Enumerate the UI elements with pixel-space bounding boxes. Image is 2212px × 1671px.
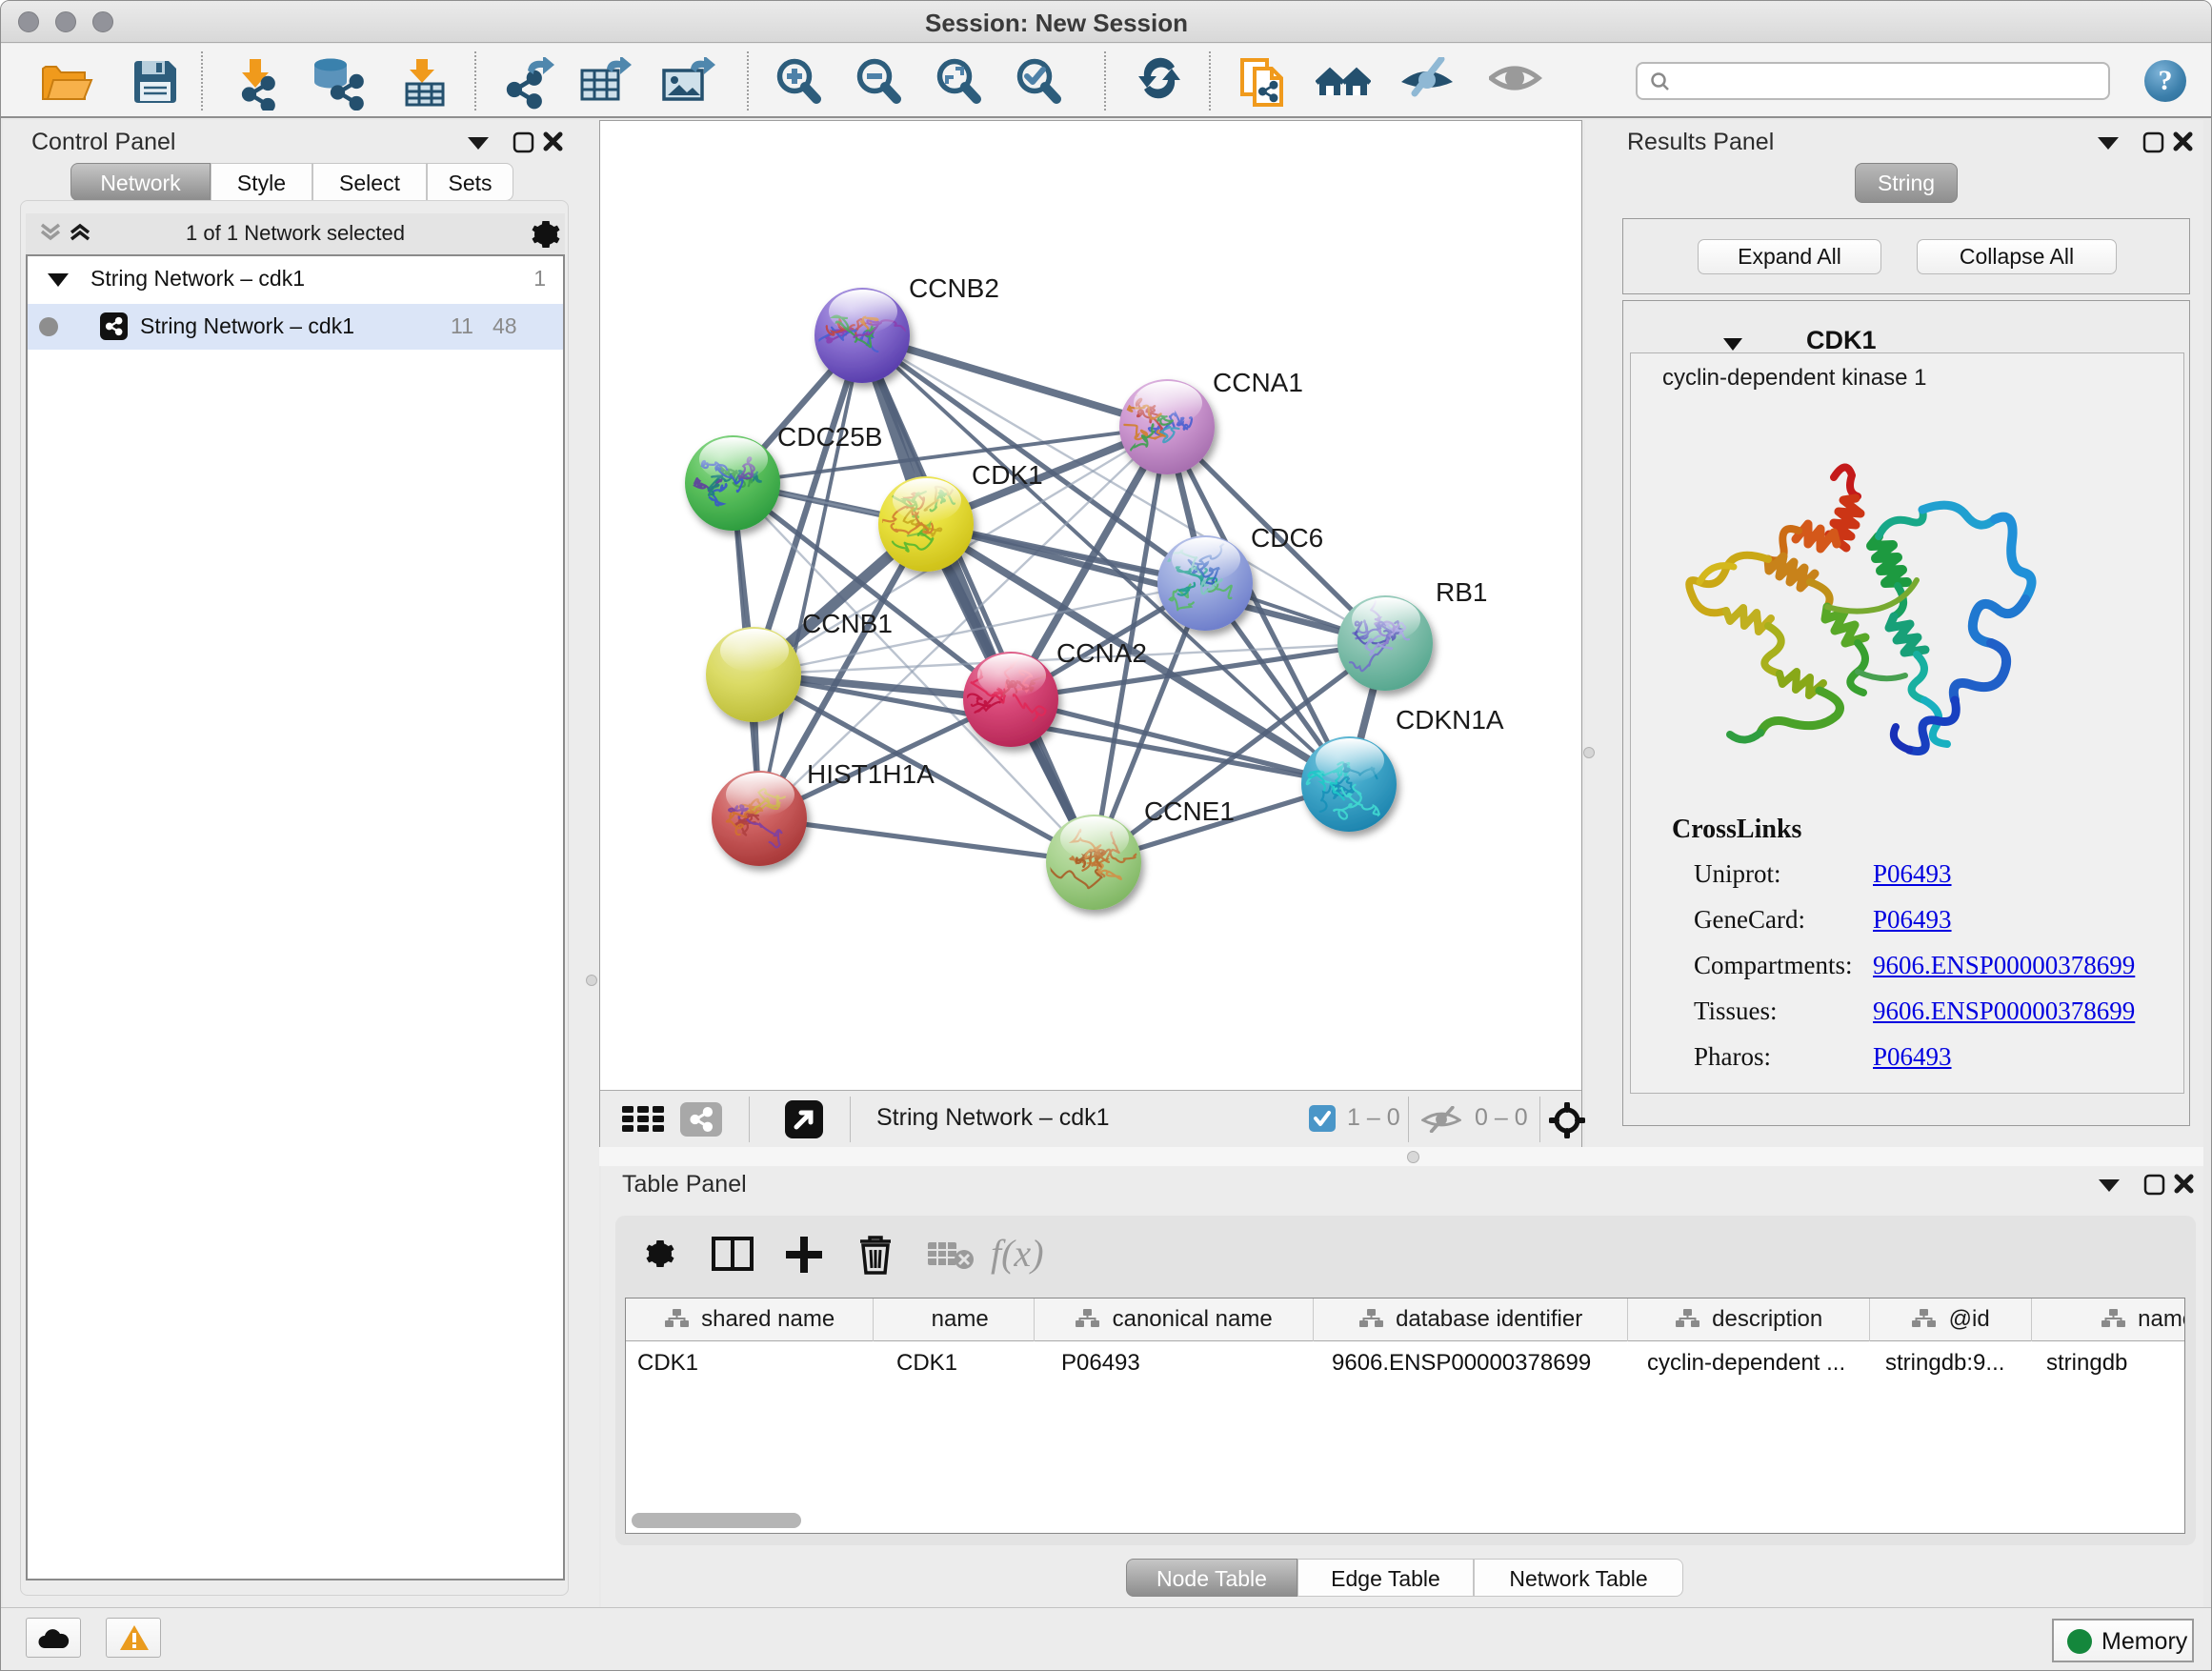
- svg-text:CCNA2: CCNA2: [1056, 638, 1147, 668]
- svg-text:CDKN1A: CDKN1A: [1396, 705, 1504, 735]
- svg-text:CCNE1: CCNE1: [1144, 796, 1235, 826]
- svg-text:RB1: RB1: [1436, 577, 1487, 607]
- svg-text:CCNA1: CCNA1: [1213, 368, 1303, 397]
- svg-text:CCNB1: CCNB1: [802, 609, 893, 638]
- svg-text:CDK1: CDK1: [972, 460, 1043, 490]
- svg-text:HIST1H1A: HIST1H1A: [807, 759, 935, 789]
- svg-text:CDC6: CDC6: [1251, 523, 1323, 553]
- svg-text:CCNB2: CCNB2: [909, 273, 999, 303]
- svg-text:CDC25B: CDC25B: [777, 422, 882, 452]
